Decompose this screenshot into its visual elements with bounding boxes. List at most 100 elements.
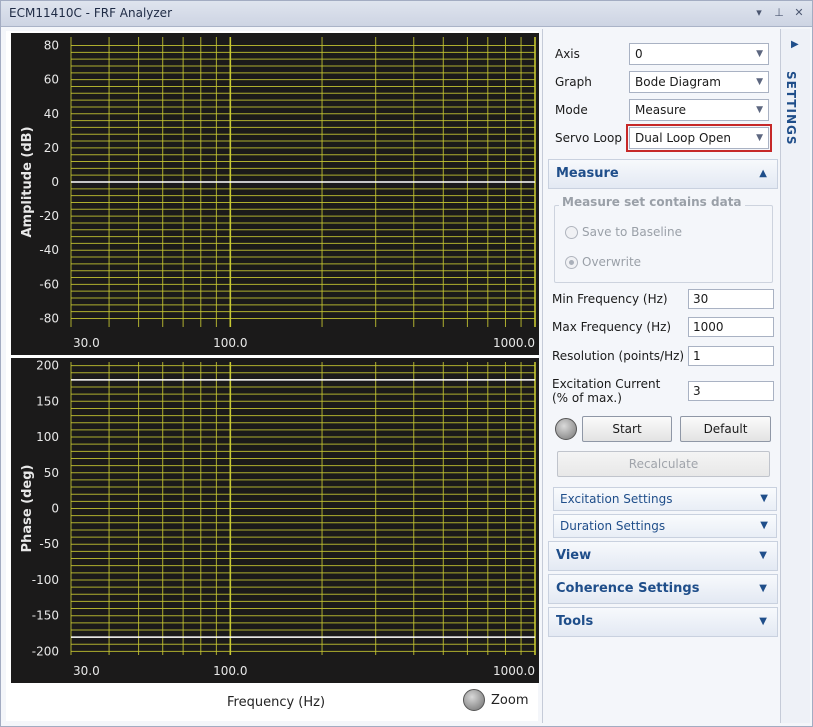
x-tick-label: 100.0 — [213, 336, 247, 350]
mode-row: Mode — [555, 99, 588, 121]
duration-settings-label: Duration Settings — [560, 519, 666, 533]
overwrite-radio[interactable]: Overwrite — [565, 255, 641, 269]
y-tick-label: 200 — [36, 359, 59, 373]
chevron-down-icon: ▼ — [759, 550, 767, 561]
servo-loop-value: Dual Loop Open — [635, 131, 731, 145]
coherence-settings-header[interactable]: Coherence Settings ▼ — [548, 574, 778, 604]
pin-icon[interactable]: ⊥ — [772, 5, 786, 21]
frf-analyzer-window: ECM11410C - FRF Analyzer ▾ ⊥ ✕ 80 60 40 20 0… — [0, 0, 813, 727]
title-bar: ECM11410C - FRF Analyzer ▾ ⊥ ✕ — [1, 1, 812, 27]
default-button[interactable]: Default — [680, 416, 771, 442]
status-led-icon — [555, 418, 577, 440]
view-section-header[interactable]: View ▼ — [548, 541, 778, 571]
save-to-baseline-label: Save to Baseline — [582, 225, 683, 239]
excitation-settings-label: Excitation Settings — [560, 492, 673, 506]
y-tick-label: -40 — [39, 243, 59, 257]
start-button[interactable]: Start — [582, 416, 672, 442]
frequency-axis-label: Frequency (Hz) — [227, 695, 326, 710]
servo-loop-label: Servo Loop — [555, 131, 622, 145]
measure-header-label: Measure — [556, 166, 619, 181]
zoom-control[interactable]: Zoom — [463, 689, 528, 711]
window-title: ECM11410C - FRF Analyzer — [9, 6, 173, 20]
duration-settings-header[interactable]: Duration Settings ▼ — [553, 514, 777, 538]
excitation-settings-header[interactable]: Excitation Settings ▼ — [553, 487, 777, 511]
axis-select[interactable]: 0 ▼ — [629, 43, 769, 65]
y-axis-label: Phase (deg) — [20, 465, 35, 553]
y-tick-label: 0 — [51, 175, 59, 189]
y-tick-label: 20 — [44, 141, 59, 155]
measure-set-group-title: Measure set contains data — [559, 195, 745, 209]
axis-label: Axis — [555, 47, 580, 61]
graph-row: Graph — [555, 71, 592, 93]
resolution-input[interactable]: 1 — [688, 346, 774, 366]
overwrite-label: Overwrite — [582, 255, 642, 269]
servo-loop-select[interactable]: Dual Loop Open ▼ — [626, 124, 772, 152]
plot-svg: 200 150 100 50 0 -50 -100 -150 -200 30.0 100.0 1000… — [20, 359, 536, 678]
chevron-up-icon: ▲ — [759, 168, 767, 179]
min-frequency-input[interactable]: 30 — [688, 289, 774, 309]
y-tick-label: -100 — [32, 573, 59, 587]
plot-area: 80 60 40 20 0 -20 -40 -60 -80 30.0 100.0 1000.0 Ampl… — [6, 31, 539, 721]
graph-label: Graph — [555, 75, 592, 89]
chevron-down-icon: ▼ — [760, 520, 768, 531]
axis-value: 0 — [635, 47, 643, 61]
title-buttons: ▾ ⊥ ✕ — [752, 5, 806, 21]
y-tick-label: -200 — [32, 644, 59, 658]
dropdown-icon[interactable]: ▾ — [752, 5, 766, 21]
zoom-label: Zoom — [491, 692, 529, 708]
settings-panel: Axis 0 ▼ Graph Bode Diagram ▼ Mode Measure… — [542, 29, 778, 723]
chevron-down-icon: ▼ — [756, 77, 763, 87]
chevron-down-icon: ▼ — [759, 616, 767, 627]
mode-label: Mode — [555, 103, 588, 117]
recalculate-button[interactable]: Recalculate — [557, 451, 770, 477]
settings-tab-label: SETTINGS — [784, 71, 798, 146]
resolution-label: Resolution (points/Hz) — [552, 349, 685, 363]
view-label: View — [556, 548, 592, 563]
graph-value: Bode Diagram — [635, 75, 721, 89]
y-tick-label: 80 — [44, 39, 59, 53]
save-to-baseline-radio[interactable]: Save to Baseline — [565, 225, 682, 239]
close-icon[interactable]: ✕ — [792, 5, 806, 21]
axis-row: Axis — [555, 43, 580, 65]
chevron-down-icon: ▼ — [756, 105, 763, 115]
coherence-settings-label: Coherence Settings — [556, 581, 700, 596]
chevron-down-icon: ▼ — [756, 133, 763, 143]
excitation-current-input[interactable]: 3 — [688, 381, 774, 401]
x-tick-label: 100.0 — [213, 664, 247, 678]
settings-sidebar-tab[interactable]: ▶ SETTINGS — [780, 29, 810, 723]
excitation-current-label-2: (% of max.) — [552, 391, 622, 405]
max-frequency-label: Max Frequency (Hz) — [552, 320, 672, 334]
graph-select[interactable]: Bode Diagram ▼ — [629, 71, 769, 93]
chevron-down-icon: ▼ — [760, 493, 768, 504]
zoom-indicator-icon[interactable] — [463, 689, 485, 711]
y-tick-label: 50 — [44, 466, 59, 480]
mode-select[interactable]: Measure ▼ — [629, 99, 769, 121]
x-tick-label: 30.0 — [73, 336, 100, 350]
measure-set-group — [554, 205, 773, 283]
amplitude-plot[interactable]: 80 60 40 20 0 -20 -40 -60 -80 30.0 100.0 1000.0 Ampl… — [11, 33, 539, 355]
mode-value: Measure — [635, 103, 686, 117]
y-tick-label: -50 — [39, 537, 59, 551]
y-tick-label: 150 — [36, 394, 59, 408]
y-tick-label: 100 — [36, 430, 59, 444]
max-frequency-input[interactable]: 1000 — [688, 317, 774, 337]
min-frequency-label: Min Frequency (Hz) — [552, 292, 668, 306]
chevron-down-icon: ▼ — [756, 49, 763, 59]
servo-loop-row: Servo Loop — [555, 127, 622, 149]
plot-svg: 80 60 40 20 0 -20 -40 -60 -80 30.0 100.0 1000.0 Ampl… — [20, 37, 536, 350]
y-tick-label: 40 — [44, 107, 59, 121]
y-tick-label: -60 — [39, 277, 59, 291]
excitation-current-label-1: Excitation Current — [552, 377, 661, 391]
measure-section-header[interactable]: Measure ▲ — [548, 159, 778, 189]
chevron-down-icon: ▼ — [759, 583, 767, 594]
x-tick-label: 1000.0 — [493, 336, 535, 350]
phase-plot[interactable]: 200 150 100 50 0 -50 -100 -150 -200 30.0 100.0 1000… — [11, 358, 539, 683]
y-tick-label: 60 — [44, 73, 59, 87]
chevron-right-icon[interactable]: ▶ — [791, 39, 799, 50]
x-tick-label: 30.0 — [73, 664, 100, 678]
tools-section-header[interactable]: Tools ▼ — [548, 607, 778, 637]
y-axis-label: Amplitude (dB) — [20, 126, 35, 237]
y-tick-label: -150 — [32, 609, 59, 623]
tools-label: Tools — [556, 614, 594, 629]
x-tick-label: 1000.0 — [493, 664, 535, 678]
